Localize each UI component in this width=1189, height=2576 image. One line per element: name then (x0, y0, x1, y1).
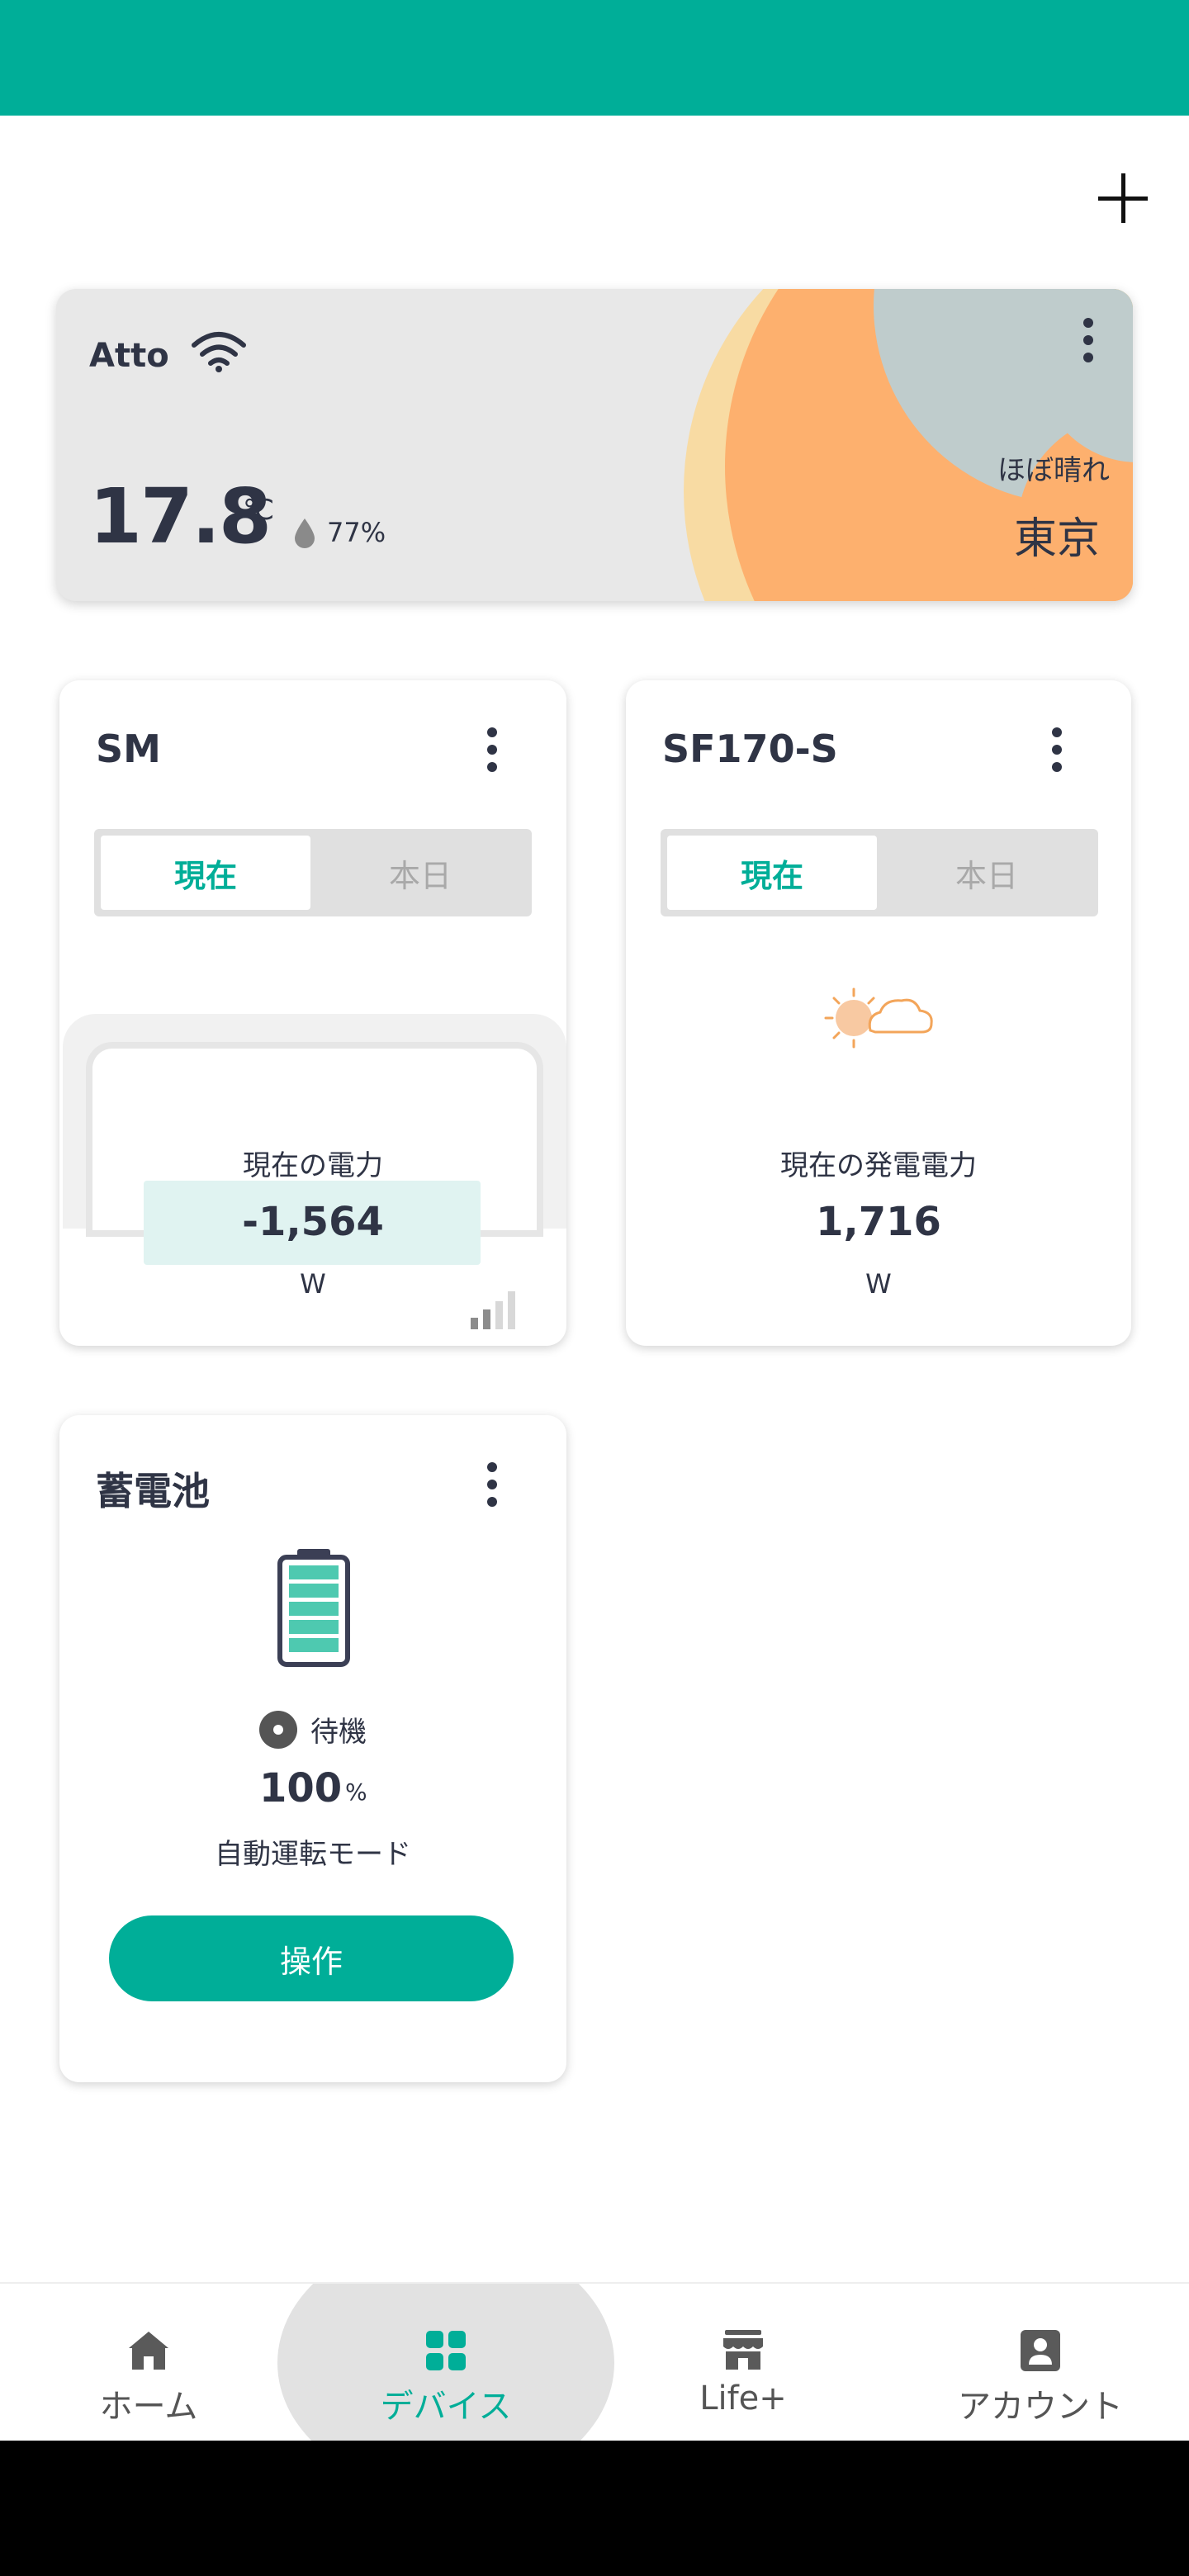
sm-card[interactable]: SM 現在 本日 現在の電力 -1,564 W (59, 680, 566, 1346)
weather-card[interactable]: Atto 17.8 ℃ 77% ほぼ晴れ 東京 (56, 289, 1133, 601)
home-icon (129, 2332, 168, 2370)
power-value: -1,564 (242, 1199, 384, 1245)
more-vert-icon[interactable] (467, 717, 517, 783)
sun-cloud-icon (824, 987, 933, 1049)
more-vert-icon[interactable] (467, 1451, 517, 1518)
generation-label: 現在の発電電力 (780, 1149, 977, 1182)
store-icon (723, 2330, 763, 2370)
temperature-unit: ℃ (243, 494, 275, 527)
more-vert-icon[interactable] (1063, 309, 1113, 372)
device-name: Atto (89, 337, 169, 375)
nav-label: ホーム (99, 2388, 198, 2426)
period-toggle: 現在 本日 (94, 829, 532, 916)
battery-icon (277, 1549, 350, 1667)
card-title: SM (96, 727, 161, 771)
generation-unit: W (865, 1268, 892, 1300)
generation-value: 1,716 (816, 1199, 941, 1245)
nav-item-devices[interactable]: デバイス (297, 2284, 594, 2441)
battery-percent: 100 (259, 1765, 343, 1811)
battery-card[interactable]: 蓄電池 待機 100 % 自動運転モード 操作 (59, 1415, 566, 2082)
tab-current[interactable]: 現在 (667, 836, 877, 910)
top-bar (0, 116, 1189, 281)
operation-mode: 自動運転モード (215, 1838, 411, 1871)
period-toggle: 現在 本日 (661, 829, 1098, 916)
system-navigation-bar (0, 2441, 1189, 2576)
tab-current[interactable]: 現在 (101, 836, 310, 910)
account-icon (1021, 2330, 1060, 2371)
more-vert-icon[interactable] (1032, 717, 1082, 783)
humidity-value: 77% (327, 517, 386, 548)
water-drop-icon (295, 519, 315, 548)
status-bar (0, 0, 1189, 116)
tab-today[interactable]: 本日 (882, 836, 1092, 910)
nav-item-home[interactable]: ホーム (0, 2284, 297, 2441)
wifi-icon (192, 332, 246, 372)
nav-label: Life+ (699, 2379, 787, 2417)
operate-button[interactable]: 操作 (109, 1915, 514, 2001)
nav-label: デバイス (380, 2388, 512, 2426)
plus-icon[interactable] (1090, 165, 1156, 231)
sf170-card[interactable]: SF170-S 現在 本日 現在の発電電力 1,716 W (626, 680, 1131, 1346)
signal-strength-icon (471, 1291, 515, 1329)
power-label: 現在の電力 (243, 1149, 383, 1182)
city-name: 東京 (1013, 514, 1100, 564)
status-indicator-icon (259, 1711, 297, 1749)
battery-status: 待機 (310, 1716, 367, 1749)
battery-percent-unit: % (345, 1778, 367, 1806)
weather-condition: ほぼ晴れ (997, 454, 1110, 487)
nav-item-account[interactable]: アカウント (892, 2284, 1189, 2441)
nav-label: アカウント (958, 2388, 1123, 2426)
grid-icon (426, 2331, 466, 2370)
tab-today[interactable]: 本日 (315, 836, 525, 910)
card-title: 蓄電池 (96, 1469, 210, 1513)
bottom-nav: ホーム デバイス Life+ アカウント (0, 2282, 1189, 2441)
nav-item-life-plus[interactable]: Life+ (594, 2284, 892, 2441)
card-title: SF170-S (662, 727, 838, 771)
